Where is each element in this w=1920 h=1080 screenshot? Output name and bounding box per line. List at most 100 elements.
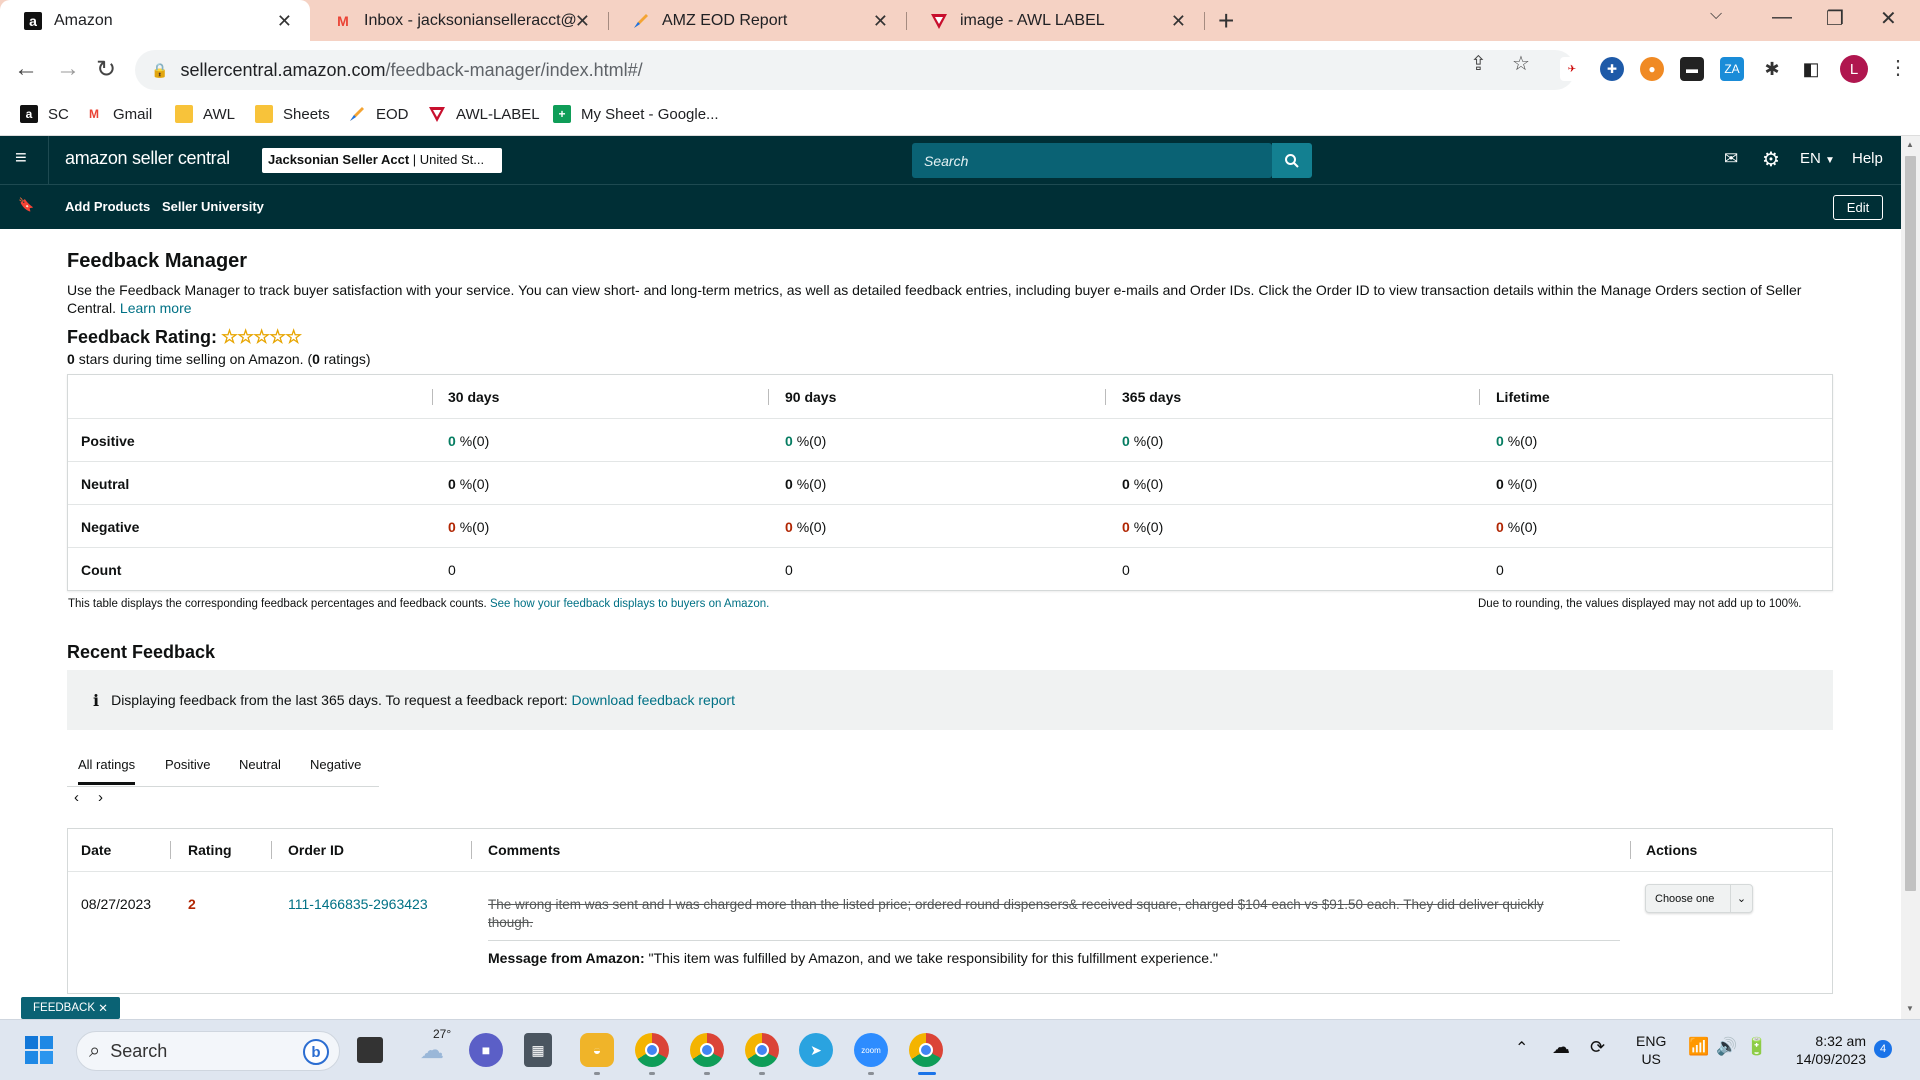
onedrive-cloud-icon[interactable]: ☁ xyxy=(1552,1037,1570,1058)
calculator-icon[interactable]: ▦ xyxy=(524,1033,552,1067)
share-icon[interactable]: ⇪ xyxy=(1470,51,1487,76)
close-icon[interactable]: ✕ xyxy=(575,11,590,32)
battery-icon[interactable]: 🔋 xyxy=(1746,1037,1767,1057)
profile-avatar[interactable]: L xyxy=(1840,55,1868,83)
scrollbar-thumb[interactable] xyxy=(1905,156,1916,891)
reload-icon[interactable]: ↻ xyxy=(96,55,116,84)
task-view-icon[interactable] xyxy=(357,1037,383,1063)
windows-start-icon[interactable] xyxy=(22,1033,56,1067)
language-indicator[interactable]: ENG US xyxy=(1636,1032,1666,1068)
tab-search-chevron-icon[interactable]: ⌵ xyxy=(1710,6,1722,24)
help-link[interactable]: Help xyxy=(1852,150,1883,167)
order-id-link[interactable]: 111-1466835-2963423 xyxy=(288,896,428,912)
bookmark-star-icon[interactable]: ☆ xyxy=(1512,51,1530,76)
tab-awl-label[interactable]: image - AWL LABEL ✕ xyxy=(906,0,1204,41)
bookmark-gmail[interactable]: M Gmail xyxy=(85,105,152,123)
tab-gmail[interactable]: M Inbox - jacksonianselleracct@gmail.com… xyxy=(310,0,608,41)
scroll-right-chevron-icon[interactable]: › xyxy=(98,789,103,806)
chrome-icon[interactable] xyxy=(745,1033,779,1067)
address-bar[interactable]: 🔒 sellercentral.amazon.com/feedback-mana… xyxy=(135,50,1575,90)
taskbar-search-box[interactable]: ⌕ Search b xyxy=(76,1031,340,1071)
bookmarks-bar: a SC M Gmail AWL Sheets EOD AWL-LABEL + My … xyxy=(0,99,1920,136)
extension-helium-icon[interactable]: ✈ xyxy=(1560,57,1584,81)
bookmark-sheets[interactable]: Sheets xyxy=(255,105,330,123)
tab-positive[interactable]: Positive xyxy=(165,757,211,772)
close-icon[interactable]: ✕ xyxy=(98,1001,108,1015)
bookmark-sc[interactable]: a SC xyxy=(20,105,69,123)
seller-central-logo[interactable]: amazon seller central xyxy=(65,148,230,169)
chevron-up-icon[interactable]: ⌃ xyxy=(1515,1038,1528,1058)
learn-more-link[interactable]: Learn more xyxy=(120,300,192,316)
actions-selected-value: Choose one xyxy=(1655,892,1715,905)
account-name: Jacksonian Seller Acct xyxy=(268,152,410,167)
scroll-down-arrow-icon[interactable]: ▼ xyxy=(1906,1004,1914,1013)
edit-button[interactable]: Edit xyxy=(1833,195,1883,220)
nav-add-products[interactable]: Add Products xyxy=(65,199,150,214)
close-icon[interactable]: ✕ xyxy=(277,11,292,32)
search-input[interactable] xyxy=(912,143,1272,178)
extension-zza-icon[interactable]: ZA xyxy=(1720,57,1744,81)
metrics-row-neutral: Neutral 0 %(0) 0 %(0) 0 %(0) 0 %(0) xyxy=(68,461,1832,504)
scroll-up-arrow-icon[interactable]: ▲ xyxy=(1906,140,1914,149)
extensions-puzzle-icon[interactable]: ✱ xyxy=(1760,57,1784,81)
nav-seller-university[interactable]: Seller University xyxy=(162,199,264,214)
weather-widget[interactable]: ☁ 27° xyxy=(415,1027,451,1067)
notification-badge[interactable]: 4 xyxy=(1874,1040,1892,1058)
tab-amz-eod-report[interactable]: AMZ EOD Report ✕ xyxy=(608,0,906,41)
active-indicator xyxy=(918,1072,936,1075)
telegram-icon[interactable]: ➤ xyxy=(799,1033,833,1067)
bookmark-my-sheet[interactable]: + My Sheet - Google... xyxy=(553,105,719,123)
feedback-display-link[interactable]: See how your feedback displays to buyers… xyxy=(490,598,769,610)
feedback-tag[interactable]: FEEDBACK ✕ xyxy=(21,997,120,1019)
feedback-tag-label: FEEDBACK xyxy=(33,1002,95,1014)
extension-camera-icon[interactable]: ▬ xyxy=(1680,57,1704,81)
close-icon[interactable]: ✕ xyxy=(1171,11,1186,32)
window-close-icon[interactable]: ✕ xyxy=(1880,6,1897,31)
chrome-center xyxy=(919,1043,933,1057)
app-duck-icon[interactable]: ◒ xyxy=(580,1033,614,1067)
wifi-icon[interactable]: 📶 xyxy=(1688,1037,1709,1057)
forward-arrow-icon[interactable]: → xyxy=(56,55,80,83)
search-button[interactable] xyxy=(1272,143,1312,178)
close-icon[interactable]: ✕ xyxy=(873,11,888,32)
metric-value: 0 xyxy=(1496,562,1504,578)
teams-chat-icon[interactable]: ■ xyxy=(469,1033,503,1067)
extension-orange-icon[interactable]: ● xyxy=(1640,57,1664,81)
awl-logo-icon xyxy=(428,105,446,123)
hamburger-menu-icon[interactable]: ≡ xyxy=(15,147,27,170)
metric-cell: 0 %(0) xyxy=(1122,433,1163,449)
bookmark-eod[interactable]: EOD xyxy=(348,105,409,123)
feedback-list-table: Date Rating Order ID Comments Actions 08… xyxy=(67,828,1833,994)
metric-value: 0 xyxy=(785,476,793,492)
page-scrollbar[interactable]: ▲ ▼ xyxy=(1901,136,1920,1019)
chrome-profile-g-icon[interactable] xyxy=(690,1033,724,1067)
minimize-icon[interactable]: — xyxy=(1772,6,1792,29)
bookmark-flag-icon[interactable]: 🔖 xyxy=(18,197,34,213)
zoom-icon[interactable]: zoom xyxy=(854,1033,888,1067)
bookmark-awl[interactable]: AWL xyxy=(175,105,235,123)
download-feedback-report-link[interactable]: Download feedback report xyxy=(572,692,735,708)
restore-icon[interactable]: ❐ xyxy=(1826,6,1844,31)
chrome-active-icon[interactable] xyxy=(909,1033,943,1067)
sync-icon[interactable]: ⟳ xyxy=(1590,1037,1605,1058)
settings-gear-icon[interactable]: ⚙ xyxy=(1762,147,1780,172)
bookmark-label: Sheets xyxy=(283,105,330,123)
language-selector[interactable]: EN ▼ xyxy=(1800,150,1835,167)
tab-all-ratings[interactable]: All ratings xyxy=(78,757,136,785)
account-switcher[interactable]: Jacksonian Seller Acct | United St... xyxy=(262,148,502,173)
clock[interactable]: 8:32 am 14/09/2023 xyxy=(1786,1032,1866,1068)
extension-blue-icon[interactable]: ✚ xyxy=(1600,57,1624,81)
scroll-left-chevron-icon[interactable]: ‹ xyxy=(74,789,79,806)
bookmark-awl-label[interactable]: AWL-LABEL xyxy=(428,105,540,123)
tab-amazon[interactable]: a Amazon ✕ xyxy=(0,0,310,41)
volume-icon[interactable]: 🔊 xyxy=(1716,1037,1737,1057)
back-arrow-icon[interactable]: ← xyxy=(14,55,38,83)
mail-icon[interactable]: ✉ xyxy=(1724,149,1738,169)
more-menu-icon[interactable]: ⋮ xyxy=(1888,55,1908,80)
actions-dropdown[interactable]: Choose one ⌄ xyxy=(1645,884,1753,913)
chrome-profile-l-icon[interactable] xyxy=(635,1033,669,1067)
side-panel-icon[interactable]: ◧ xyxy=(1799,57,1823,81)
new-tab-plus-icon[interactable]: + xyxy=(1218,5,1234,37)
tab-neutral[interactable]: Neutral xyxy=(239,757,281,772)
tab-negative[interactable]: Negative xyxy=(310,757,361,772)
